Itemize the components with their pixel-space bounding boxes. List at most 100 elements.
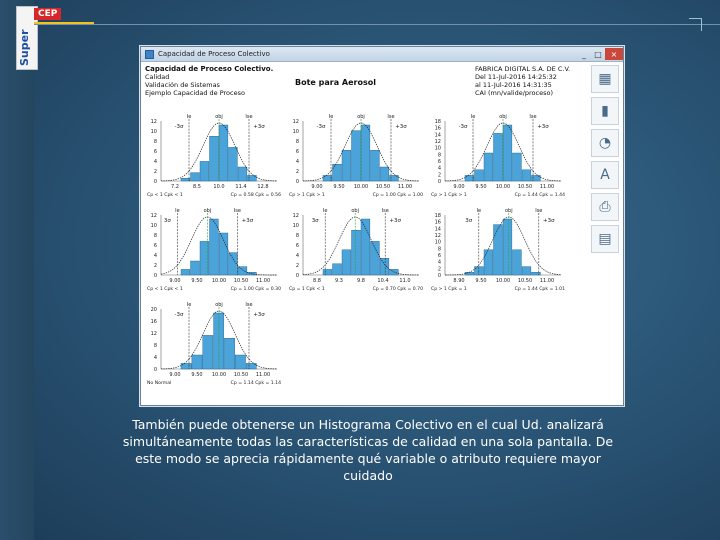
y-tick-label: 4: [438, 260, 441, 266]
window-titlebar[interactable]: Capacidad de Proceso Colectivo _ □ ×: [141, 47, 623, 62]
x-tick-label: 10.50: [376, 184, 390, 190]
histogram-svg: 12 10 8 6 4 2 0 Ie obj Ise 3σ +3σ 9.00 9.50 10.00 10.50…: [145, 205, 283, 297]
histogram-7[interactable]: 20 16 12 8 4 0 Ie obj Ise -3σ +3σ 9.00 9.50 10.00 10.5…: [145, 299, 283, 391]
window-title: Capacidad de Proceso Colectivo: [158, 50, 270, 58]
y-tick-label: 20: [151, 307, 157, 313]
histogram-bar: [360, 124, 371, 182]
y-tick-label: 6: [296, 243, 299, 249]
spec-limit-label: Ise: [529, 114, 536, 120]
x-tick-label: 11.00: [540, 278, 554, 284]
y-tick-label: 4: [154, 159, 157, 165]
y-tick-label: 14: [435, 132, 441, 138]
histogram-bar: [218, 124, 229, 182]
histogram-bar: [190, 172, 200, 182]
y-tick-label: 8: [154, 233, 157, 239]
x-tick-label: 11.4: [235, 184, 246, 190]
histogram-1[interactable]: 12 10 8 6 4 2 0 Ie obj Ise -3σ +3σ 7.2 8.5 10.0 11.4 12.…: [145, 111, 283, 203]
slide-caption: También puede obtenerse un Histograma Co…: [122, 417, 614, 483]
histogram-4[interactable]: 12 10 8 6 4 2 0 Ie obj Ise 3σ +3σ 9.00 9.50 10.00 10.50…: [145, 205, 283, 297]
capability-verdict: Cp > 1 Cpk = 1: [431, 286, 467, 292]
x-tick-label: 10.50: [234, 278, 248, 284]
x-tick-label: 11.00: [398, 184, 412, 190]
close-button[interactable]: ×: [605, 48, 623, 60]
print-icon[interactable]: ⎙: [591, 193, 619, 221]
header-rule: [34, 24, 720, 25]
histogram-bar: [464, 175, 475, 182]
y-tick-label: 18: [435, 119, 441, 125]
spec-limit-label: Ie: [471, 114, 476, 120]
chart-histogram-icon[interactable]: ▦: [591, 65, 619, 93]
x-tick-label: 10.00: [212, 372, 226, 378]
font-icon[interactable]: A: [591, 161, 619, 189]
histogram-2[interactable]: 12 10 8 6 4 2 0 Ie obj Ise -3σ +3σ 9.00 9.50 10.00 10.5…: [287, 111, 425, 203]
x-tick-label: 10.50: [518, 278, 532, 284]
spec-limit-label: Ie: [175, 208, 180, 214]
capability-verdict: Cp < 1 Cpk < 1: [147, 286, 183, 292]
y-tick-label: 8: [296, 139, 299, 145]
x-tick-label: 11.00: [540, 184, 554, 190]
histogram-bar: [483, 152, 494, 182]
histogram-bar: [341, 150, 352, 182]
x-tick-label: 9.50: [333, 184, 344, 190]
y-tick-label: 0: [154, 179, 157, 185]
x-tick-label: 10.00: [496, 278, 510, 284]
y-tick-label: 6: [438, 159, 441, 165]
histogram-6[interactable]: 18 16 14 12 10 8 6 4 2 0 Ie obj Ise 3σ +3σ 8.90 9.50 10.0…: [429, 205, 567, 297]
histogram-bar: [379, 166, 390, 182]
chart-pie-icon[interactable]: ◔: [591, 129, 619, 157]
histogram-svg: 20 16 12 8 4 0 Ie obj Ise -3σ +3σ 9.00 9.50 10.00 10.5…: [145, 299, 283, 391]
x-tick-label: 11.00: [256, 372, 270, 378]
y-tick-label: 0: [154, 273, 157, 279]
report-icon[interactable]: ▤: [591, 225, 619, 253]
y-tick-label: 8: [438, 246, 441, 252]
histogram-3[interactable]: 18 16 14 12 10 8 6 4 2 0 Ie obj Ise -3σ +3σ 9.00 9.50 10.…: [429, 111, 567, 203]
data-path: CAI (mn/valide/proceso): [475, 89, 554, 97]
chart-bar-icon[interactable]: ▮: [591, 97, 619, 125]
capability-verdict: Cp < 1 Cpk < 1: [147, 192, 183, 198]
histogram-bar: [237, 166, 248, 182]
y-tick-label: 16: [435, 126, 441, 132]
sigma-right-label: +3σ: [253, 312, 265, 318]
capability-stats: Cp = 1.00 Cpk = 0.30: [231, 286, 281, 292]
y-tick-label: 2: [438, 172, 441, 178]
y-tick-label: 4: [438, 166, 441, 172]
sigma-right-label: +3σ: [395, 124, 407, 130]
y-tick-label: 2: [438, 266, 441, 272]
histogram-bar: [521, 266, 532, 276]
toolbar: ▦ ▮ ◔ A ⎙ ▤: [591, 65, 619, 257]
histogram-svg: 12 10 8 6 4 2 0 Ie obj Ise -3σ +3σ 7.2 8.5 10.0 11.4 12.…: [145, 111, 283, 203]
y-tick-label: 8: [154, 139, 157, 145]
x-tick-label: 9.00: [311, 184, 322, 190]
histogram-5[interactable]: 12 10 8 6 4 2 0 Ie obj Ise 3σ +3σ 8.8 9.3 9.8 10.4 11.0 C…: [287, 205, 425, 297]
x-tick-label: 7.2: [171, 184, 179, 190]
spec-limit-label: Ise: [245, 302, 252, 308]
x-tick-label: 9.00: [169, 278, 180, 284]
minimize-button[interactable]: _: [577, 48, 591, 60]
histogram-bar: [502, 218, 513, 276]
x-tick-label: 8.90: [453, 278, 464, 284]
x-tick-label: 9.50: [475, 184, 486, 190]
x-tick-label: 8.5: [193, 184, 201, 190]
sigma-left-label: -3σ: [317, 124, 326, 130]
x-tick-label: 10.4: [377, 278, 388, 284]
x-tick-label: 9.3: [335, 278, 343, 284]
capability-stats: Cp = 1.14 Cpk = 1.14: [231, 380, 281, 386]
histogram-bar: [180, 363, 192, 370]
sigma-right-label: +3σ: [242, 218, 254, 224]
histogram-bar: [180, 269, 191, 276]
histogram-bar: [493, 133, 503, 182]
capability-stats: Cp = 1.44 Cpk = 1.01: [515, 286, 565, 292]
histogram-bar: [351, 130, 361, 182]
spec-limit-label: Ie: [329, 114, 334, 120]
maximize-button[interactable]: □: [591, 48, 605, 60]
x-tick-label: 10.0: [213, 184, 224, 190]
x-tick-label: 9.50: [475, 278, 486, 284]
histogram-bar: [474, 169, 484, 182]
spec-limit-label: Ie: [477, 208, 482, 214]
y-tick-label: 2: [154, 263, 157, 269]
histogram-bar: [521, 169, 532, 182]
histogram-bar: [190, 260, 200, 276]
y-tick-label: 10: [435, 240, 441, 246]
left-accent-strip: [0, 0, 34, 540]
sigma-left-label: 3σ: [164, 218, 171, 224]
